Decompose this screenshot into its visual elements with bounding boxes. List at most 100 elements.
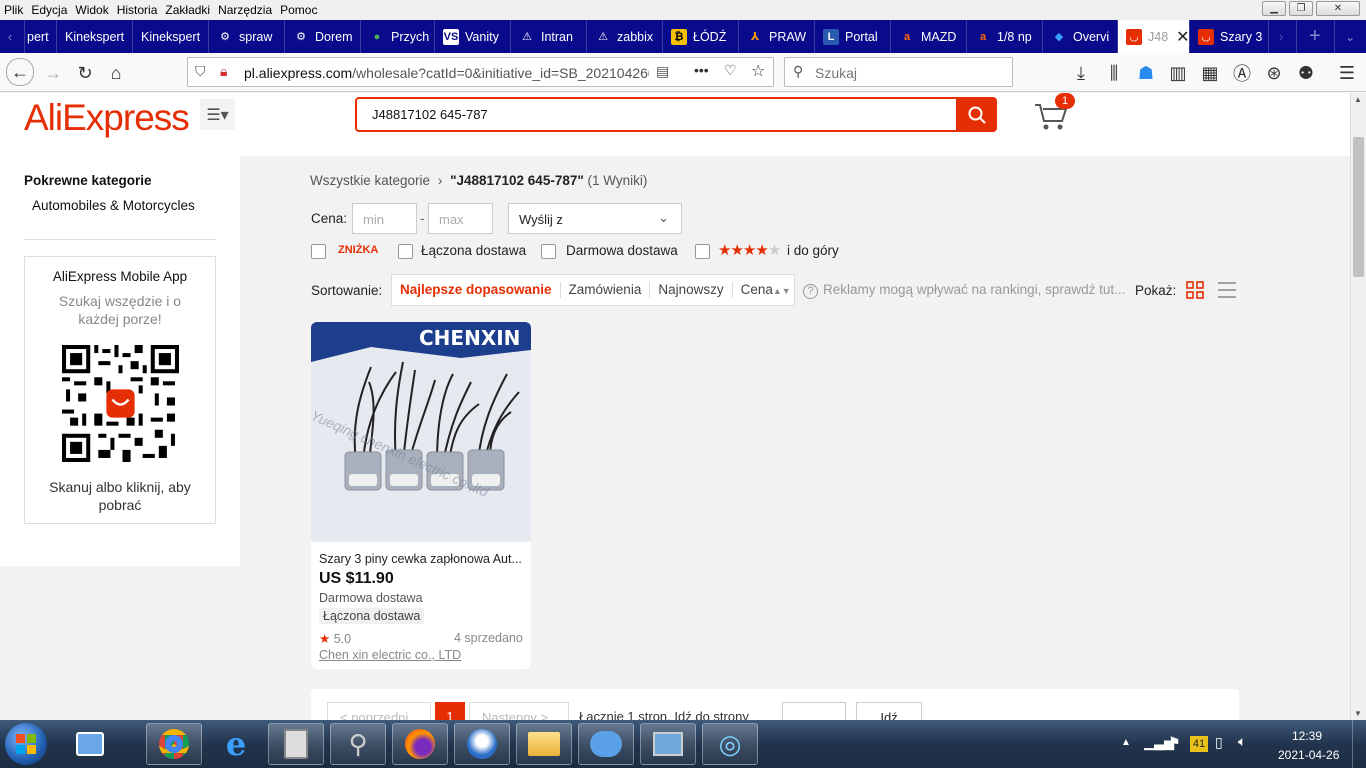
menu-narzedzia[interactable]: Narzędzia	[214, 3, 276, 17]
page-scrollbar[interactable]: ▲ ▼	[1350, 93, 1366, 720]
next-page-button[interactable]: Następny >	[469, 702, 569, 720]
reload-icon[interactable]: ↻	[72, 60, 98, 86]
go-button[interactable]: Idź	[856, 702, 922, 720]
tab-10[interactable]: ⅄ PRAW	[739, 20, 815, 53]
library-icon[interactable]: ⫼	[1101, 60, 1127, 86]
extension-grid-icon[interactable]: ▦	[1197, 60, 1223, 86]
tray-app-icon[interactable]: ▯	[1215, 734, 1223, 751]
aliexpress-logo[interactable]: AliExpress	[24, 97, 190, 139]
home-icon[interactable]: ⌂	[103, 60, 129, 86]
taskbar-app-explorer[interactable]	[66, 723, 114, 765]
qr-code[interactable]	[62, 345, 179, 462]
rating-filter-checkbox[interactable]	[695, 244, 710, 259]
maximize-button[interactable]: ❐	[1289, 1, 1313, 16]
tab-active[interactable]: ◡ J48 ✕	[1118, 20, 1190, 53]
search-button[interactable]	[957, 97, 997, 132]
taskbar-files[interactable]	[516, 723, 572, 765]
price-min-input[interactable]: min	[352, 203, 417, 234]
tab-12[interactable]: a MAZD	[891, 20, 967, 53]
forward-icon[interactable]: →	[40, 60, 66, 86]
taskbar-messenger[interactable]	[578, 723, 634, 765]
combined-shipping-checkbox[interactable]	[398, 244, 413, 259]
menu-historia[interactable]: Historia	[113, 3, 162, 17]
menu-pomoc[interactable]: Pomoc	[276, 3, 321, 17]
flag-icon[interactable]: ⚑	[1168, 734, 1181, 751]
tab-5[interactable]: ● Przych	[361, 20, 435, 53]
page-actions-icon[interactable]: •••	[694, 62, 709, 78]
taskbar-firefox[interactable]	[392, 723, 448, 765]
extension-a-icon[interactable]: Ⓐ	[1229, 60, 1255, 86]
taskbar-tool[interactable]: ⚲	[330, 723, 386, 765]
sort-orders[interactable]: Zamówienia	[561, 282, 651, 298]
close-tab-icon[interactable]: ✕	[1176, 27, 1189, 47]
taskbar-fingerprint[interactable]: ◎	[702, 723, 758, 765]
product-search-input[interactable]: J48817102 645-787	[355, 97, 958, 132]
tray-expand-icon[interactable]: ▲	[1121, 737, 1131, 748]
insecure-lock-icon[interactable]: 🔒︎	[220, 63, 227, 80]
minimize-button[interactable]: ▁	[1262, 1, 1286, 16]
list-view-icon[interactable]	[1217, 281, 1237, 299]
price-max-input[interactable]: max	[428, 203, 493, 234]
volume-icon[interactable]: 🔈︎	[1238, 733, 1246, 750]
bookmark-star-icon[interactable]: ☆	[751, 61, 765, 81]
menu-plik[interactable]: Plik	[0, 3, 27, 17]
page-1-button[interactable]: 1	[435, 702, 465, 720]
tab-0[interactable]: pert	[25, 20, 57, 53]
menu-edycja[interactable]: Edycja	[27, 3, 71, 17]
new-tab-icon[interactable]: +	[1297, 20, 1335, 53]
tab-4[interactable]: ⚙ Dorem	[285, 20, 361, 53]
ship-from-select[interactable]: Wyślij z ⌄	[508, 203, 682, 234]
tab-16[interactable]: ◡ Szary 3	[1190, 20, 1269, 53]
tab-2[interactable]: Kinekspert	[133, 20, 209, 53]
tab-7[interactable]: ⚠ Intran	[511, 20, 587, 53]
hamburger-menu-icon[interactable]: ☰	[1334, 60, 1360, 86]
scrollbar-thumb[interactable]	[1353, 137, 1364, 277]
extension-badge-icon[interactable]: ⊛	[1261, 60, 1287, 86]
reader-view-icon[interactable]: ▤	[656, 63, 669, 80]
taskbar-calculator[interactable]	[268, 723, 324, 765]
download-icon[interactable]: ⤓	[1068, 60, 1094, 86]
tray-badge[interactable]: 41	[1190, 736, 1208, 752]
tabs-scroll-left-icon[interactable]: ‹	[0, 20, 25, 53]
menu-zakladki[interactable]: Zakładki	[161, 3, 214, 17]
product-title[interactable]: Szary 3 piny cewka zapłonowa Aut...	[319, 552, 522, 566]
grid-view-icon[interactable]	[1186, 281, 1204, 299]
tab-6[interactable]: VS Vanity	[435, 20, 511, 53]
tab-14[interactable]: ◆ Overvi	[1043, 20, 1118, 53]
tab-9[interactable]: ₿ ŁÓDŹ	[663, 20, 739, 53]
extension-balls-icon[interactable]: ⚉	[1293, 60, 1319, 86]
product-image[interactable]: CHENXIN Yueqing chenxin electric co.,ltd	[311, 322, 531, 542]
store-link[interactable]: Chen xin electric co., LTD	[319, 648, 461, 662]
tabs-scroll-right-icon[interactable]: ›	[1269, 20, 1297, 53]
mobile-app-box[interactable]: AliExpress Mobile App Szukaj wszędzie i …	[24, 256, 216, 524]
product-card[interactable]: CHENXIN Yueqing chenxin electric co.,ltd…	[311, 322, 531, 669]
taskbar-thunderbird[interactable]	[454, 723, 510, 765]
free-shipping-checkbox[interactable]	[541, 244, 556, 259]
shield-icon[interactable]: ⛉	[195, 63, 206, 80]
page-number-input[interactable]	[782, 702, 846, 720]
tab-3[interactable]: ⚙ spraw	[209, 20, 285, 53]
taskbar-chrome[interactable]	[146, 723, 202, 765]
show-desktop-button[interactable]	[1352, 720, 1366, 768]
sort-newest[interactable]: Najnowszy	[650, 282, 733, 298]
breadcrumb-all-categories[interactable]: Wszystkie kategorie	[310, 173, 430, 188]
start-button[interactable]	[5, 723, 47, 765]
sidebar-icon[interactable]: ▥	[1165, 60, 1191, 86]
tab-11[interactable]: L Portal	[815, 20, 891, 53]
taskbar-ie[interactable]: e	[208, 723, 264, 765]
menu-widok[interactable]: Widok	[71, 3, 112, 17]
close-window-button[interactable]: ✕	[1316, 1, 1360, 16]
url-bar[interactable]: ⛉ 🔒︎ pl.aliexpress.com/wholesale?catId=0…	[187, 57, 774, 87]
sort-best-match[interactable]: Najlepsze dopasowanie	[392, 282, 561, 298]
scroll-down-icon[interactable]: ▼	[1354, 709, 1362, 718]
help-icon[interactable]: ?	[803, 284, 818, 299]
scroll-up-icon[interactable]: ▲	[1354, 95, 1362, 104]
tab-1[interactable]: Kinekspert	[57, 20, 133, 53]
tab-13[interactable]: a 1/8 np	[967, 20, 1043, 53]
tab-8[interactable]: ⚠ zabbix	[587, 20, 663, 53]
extension-ghost-icon[interactable]: ☗	[1133, 60, 1159, 86]
tab-list-icon[interactable]: ⌄	[1335, 20, 1365, 53]
pocket-icon[interactable]: ♡	[724, 62, 737, 79]
browser-search-box[interactable]: ⚲ Szukaj	[784, 57, 1013, 87]
clock-date[interactable]: 2021-04-26	[1278, 748, 1339, 762]
